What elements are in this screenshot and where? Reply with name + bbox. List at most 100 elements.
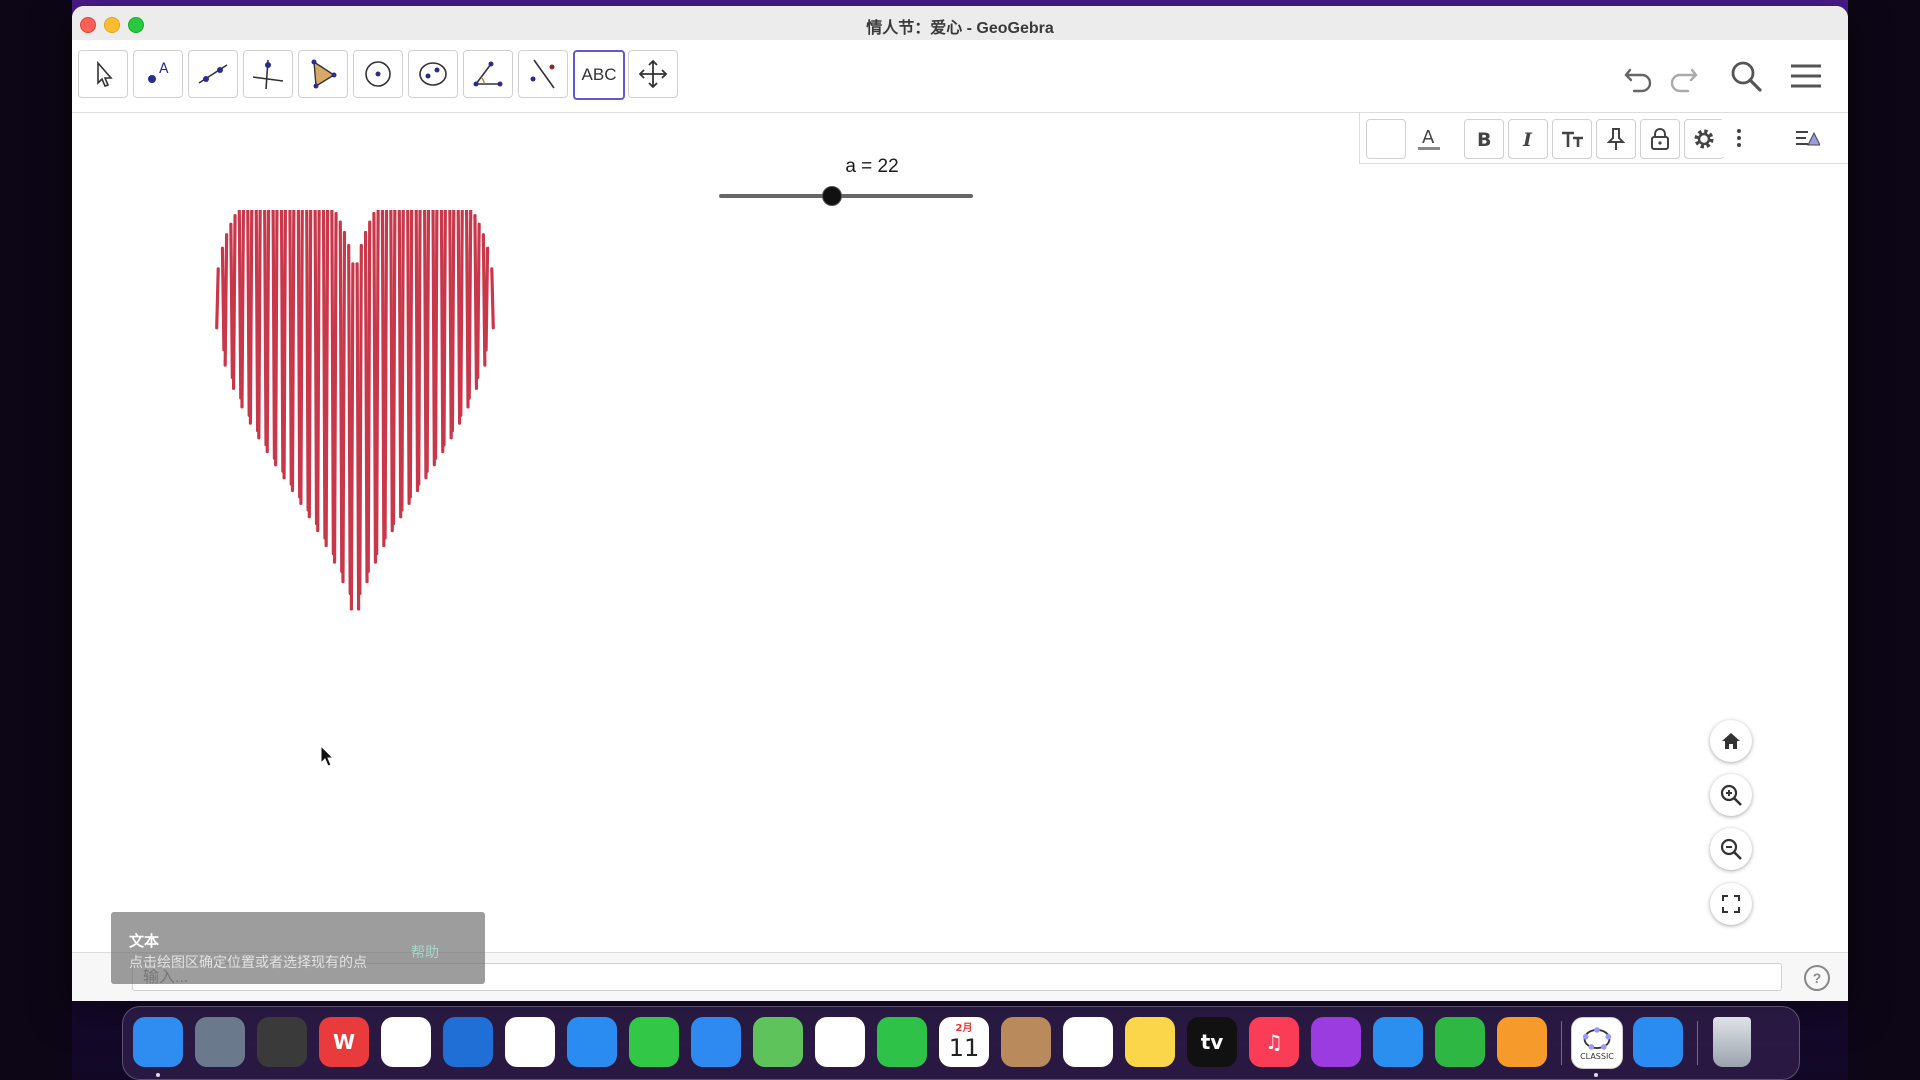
dock-launchpad-icon[interactable] <box>195 1017 245 1067</box>
dock-wps-icon[interactable]: W <box>319 1017 369 1067</box>
running-indicator <box>1594 1073 1598 1077</box>
dock-trash-icon[interactable] <box>1713 1017 1751 1067</box>
heart-line <box>330 210 335 556</box>
standard-view-button[interactable] <box>1710 720 1752 762</box>
heart-line <box>332 211 338 564</box>
search-button[interactable] <box>1724 54 1768 98</box>
fullscreen-button[interactable] <box>1710 883 1752 925</box>
dock-separator <box>1561 1021 1562 1065</box>
dock-photos-icon[interactable] <box>815 1017 865 1067</box>
heart-line <box>290 210 296 493</box>
tooltip-description: 点击绘图区确定位置或者选择现有的点 <box>129 954 367 970</box>
heart-line <box>305 210 310 512</box>
heart-line <box>248 210 254 425</box>
line-tool[interactable] <box>188 50 238 98</box>
dock-messages-icon[interactable] <box>629 1017 679 1067</box>
heart-line <box>448 210 453 440</box>
redo-button[interactable] <box>1662 54 1706 98</box>
window-title: 情人节：爱心 - GeoGebra <box>866 20 1054 37</box>
dock-separator <box>1697 1021 1698 1065</box>
heart-line <box>366 220 372 573</box>
dock-music-icon[interactable]: ♫ <box>1249 1017 1299 1067</box>
dock-contacts-icon[interactable] <box>1001 1017 1051 1067</box>
heart-line <box>237 210 243 400</box>
heart-line <box>389 210 394 533</box>
slider-handle[interactable] <box>821 186 842 206</box>
tool-tooltip: 文本 点击绘图区确定位置或者选择现有的点 帮助 <box>111 912 485 984</box>
zoom-in-button[interactable] <box>1710 774 1752 816</box>
dock-finder-icon[interactable] <box>133 1017 183 1067</box>
slider-a[interactable] <box>719 186 973 206</box>
polygon-icon <box>311 59 337 89</box>
heart-curve[interactable] <box>85 210 625 660</box>
heart-line <box>274 210 279 467</box>
heart-line <box>391 210 397 526</box>
desktop-background-right <box>1848 0 1920 1080</box>
heart-line <box>313 210 319 526</box>
dock-onedrive-icon[interactable] <box>443 1017 493 1067</box>
circle-tool[interactable] <box>353 50 403 98</box>
dock: W 2月 11 tv ♫ CLASSIC <box>122 1006 1800 1080</box>
text-tool[interactable]: ABC <box>573 50 625 100</box>
heart-line <box>408 210 414 499</box>
dock-app-store-icon[interactable] <box>1633 1017 1683 1067</box>
dock-reminders-icon[interactable] <box>1063 1017 1113 1067</box>
heart-line <box>414 210 420 493</box>
heart-line <box>321 210 327 540</box>
heart-line <box>490 267 495 330</box>
heart-line <box>341 230 347 584</box>
heart-line <box>375 210 380 556</box>
heart-line <box>400 210 405 512</box>
dock-chrome-icon[interactable] <box>505 1017 555 1067</box>
dock-notes-icon[interactable] <box>1125 1017 1175 1067</box>
tooltip-title: 文本 <box>129 933 160 950</box>
point-icon: A <box>148 61 169 83</box>
title-bar: 情人节：爱心 - GeoGebra <box>72 6 1848 41</box>
heart-line <box>476 222 481 380</box>
input-help-button[interactable]: ? <box>1804 965 1830 991</box>
dock-glyph: ♫ <box>1265 1030 1283 1054</box>
dock-pages-icon[interactable] <box>1497 1017 1547 1067</box>
heart-line <box>459 210 464 417</box>
angle-icon <box>473 61 503 87</box>
reflect-tool[interactable] <box>518 50 568 98</box>
geogebra-label: CLASSIC <box>1580 1051 1614 1061</box>
dock-safari-icon[interactable] <box>567 1017 617 1067</box>
heart-line <box>271 210 277 460</box>
heart-line <box>380 210 386 548</box>
search-icon <box>1731 61 1762 92</box>
arrow-pointer-icon <box>97 60 113 87</box>
dock-numbers-icon[interactable] <box>1435 1017 1485 1067</box>
dock-geogebra-classic-icon[interactable]: CLASSIC <box>1571 1017 1623 1069</box>
dock-calendar-icon[interactable]: 2月 11 <box>939 1017 989 1067</box>
dock-keynote-icon[interactable] <box>1373 1017 1423 1067</box>
polygon-tool[interactable] <box>298 50 348 98</box>
dock-mail-icon[interactable] <box>691 1017 741 1067</box>
undo-button[interactable] <box>1616 54 1660 98</box>
heart-line <box>358 243 363 596</box>
text-icon: ABC <box>581 65 617 84</box>
heart-line <box>450 210 456 433</box>
dock-maps-icon[interactable] <box>753 1017 803 1067</box>
zoom-out-button[interactable] <box>1710 828 1752 870</box>
tooltip-help-link[interactable]: 帮助 <box>411 942 439 962</box>
heart-line <box>417 210 422 486</box>
heart-line <box>338 220 344 573</box>
point-tool[interactable]: A <box>133 50 183 98</box>
move-tool[interactable] <box>78 50 128 98</box>
heart-line <box>433 210 439 460</box>
dock-screenshot-icon[interactable] <box>257 1017 307 1067</box>
line-icon <box>198 64 228 84</box>
perpendicular-tool[interactable] <box>243 50 293 98</box>
dock-apple-tv-icon[interactable]: tv <box>1187 1017 1237 1067</box>
angle-tool[interactable] <box>463 50 513 98</box>
dock-baidu-netdisk-icon[interactable] <box>381 1017 431 1067</box>
dock-podcasts-icon[interactable] <box>1311 1017 1361 1067</box>
conic-tool[interactable] <box>408 50 458 98</box>
move-graphics-tool[interactable] <box>628 50 678 98</box>
heart-line <box>431 210 436 467</box>
dock-facetime-icon[interactable] <box>877 1017 927 1067</box>
heart-line <box>246 210 251 417</box>
main-menu-button[interactable] <box>1784 54 1828 98</box>
heart-line <box>347 243 352 596</box>
